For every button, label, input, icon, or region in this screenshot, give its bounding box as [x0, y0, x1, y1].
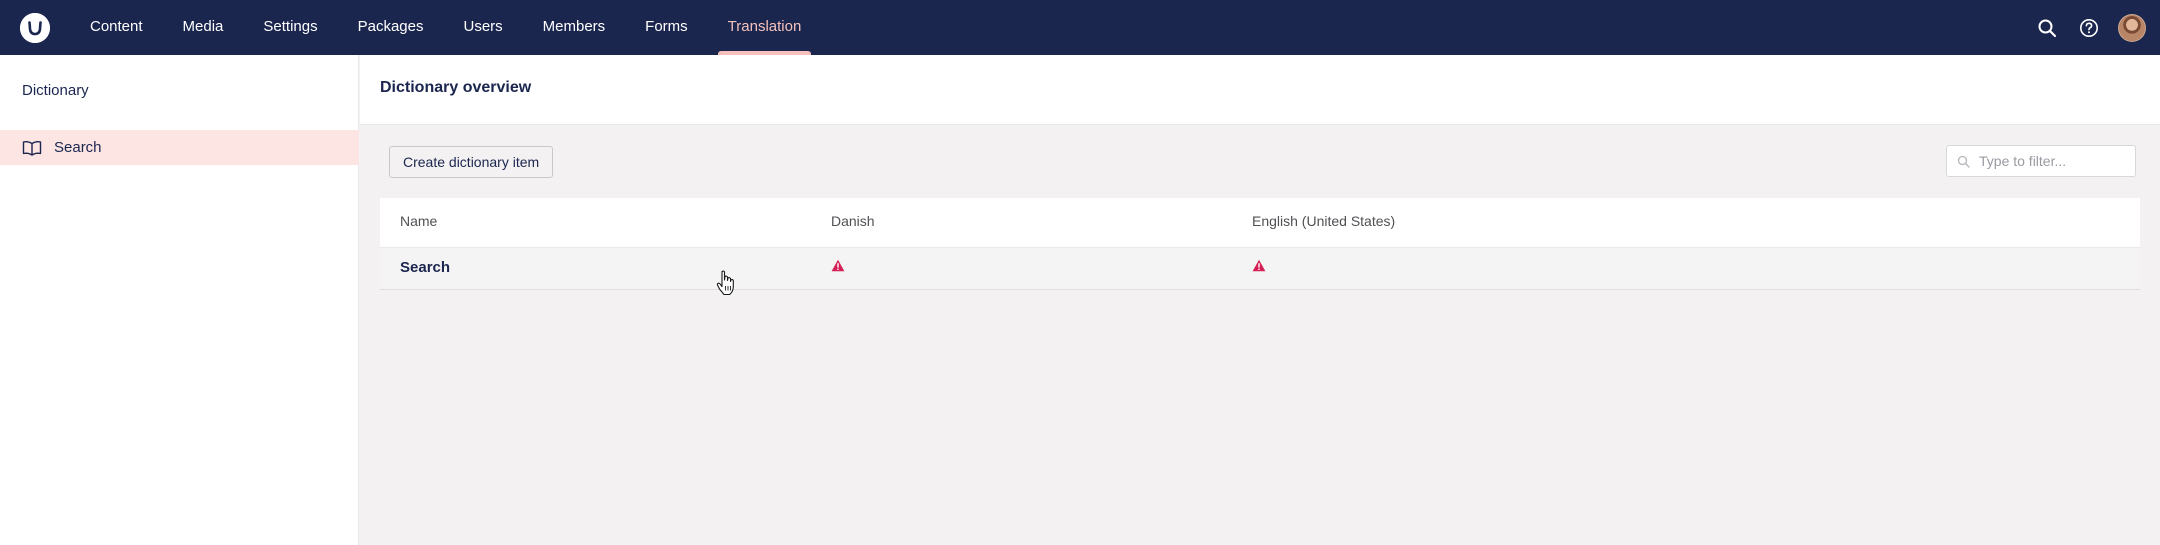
section-nav: Content Media Settings Packages Users Me… — [70, 0, 821, 55]
create-dictionary-item-button[interactable]: Create dictionary item — [389, 146, 554, 178]
nav-forms[interactable]: Forms — [625, 0, 708, 55]
dictionary-table: Name Danish English (United States) Sear… — [380, 198, 2140, 290]
column-header-name: Name — [400, 213, 438, 229]
page-title: Dictionary overview — [380, 79, 532, 96]
nav-users[interactable]: Users — [443, 0, 522, 55]
nav-packages[interactable]: Packages — [338, 0, 444, 55]
editor-header: Dictionary overview — [360, 55, 2160, 125]
nav-translation[interactable]: Translation — [708, 0, 822, 55]
nav-media[interactable]: Media — [163, 0, 244, 55]
filter-box — [1946, 145, 2136, 177]
sidebar-title[interactable]: Dictionary — [22, 82, 89, 99]
column-header-danish: Danish — [831, 213, 875, 229]
column-header-english: English (United States) — [1252, 213, 1396, 229]
top-navigation-bar: Content Media Settings Packages Users Me… — [0, 0, 2160, 55]
book-icon — [22, 138, 42, 158]
help-icon[interactable] — [2076, 15, 2102, 41]
search-icon[interactable] — [2034, 15, 2060, 41]
umbraco-logo-icon[interactable] — [20, 12, 50, 43]
sidebar-item-label: Search — [54, 139, 102, 156]
search-icon — [1957, 154, 1971, 168]
table-row[interactable]: Search — [380, 248, 2140, 290]
table-header: Name Danish English (United States) — [380, 198, 2140, 248]
row-name[interactable]: Search — [400, 259, 450, 276]
sidebar-item-search[interactable]: Search — [0, 130, 359, 165]
filter-input[interactable] — [1979, 153, 2129, 169]
sidebar: Dictionary Search — [0, 55, 359, 545]
warning-icon — [831, 259, 845, 272]
top-right-tools — [2034, 0, 2146, 55]
nav-settings[interactable]: Settings — [243, 0, 337, 55]
warning-icon — [1252, 259, 1266, 272]
avatar[interactable] — [2118, 13, 2146, 42]
nav-members[interactable]: Members — [523, 0, 626, 55]
nav-content[interactable]: Content — [70, 0, 163, 55]
